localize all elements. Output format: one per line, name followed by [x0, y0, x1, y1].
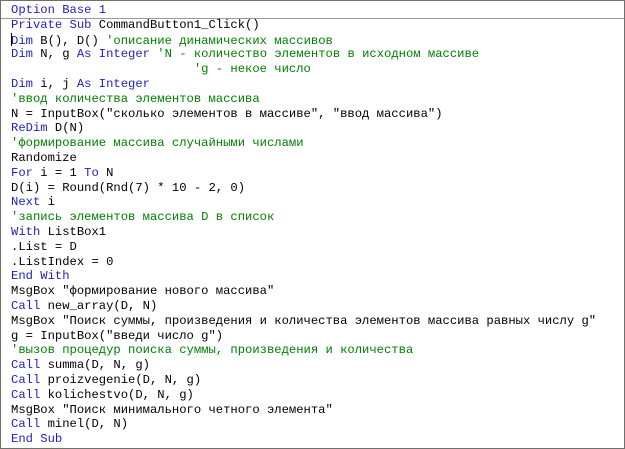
code-token: CommandButton1_Click() [91, 17, 260, 32]
keyword-token: Dim [11, 76, 33, 91]
keyword-token: Call [11, 387, 41, 402]
code-line[interactable]: With ListBox1 [11, 225, 622, 240]
keyword-token: End With [11, 269, 70, 284]
code-line[interactable]: Call new_array(D, N) [11, 299, 622, 314]
code-token: B(), D() [32, 33, 107, 48]
comment-token: 'N - количество элементов в исходном мас… [149, 47, 480, 62]
code-token: D(N) [47, 121, 85, 136]
code-line[interactable]: g = InputBox("введи число g") [11, 329, 622, 344]
code-line[interactable]: Dim N, g As Integer 'N - количество элем… [11, 47, 622, 62]
code-line[interactable]: 'запись элементов массива D в список [11, 210, 622, 225]
code-line[interactable]: Call kolichestvo(D, N, g) [11, 388, 622, 403]
code-token: i [40, 195, 55, 210]
keyword-token: Option Base 1 [11, 3, 107, 17]
comment-token: 'ввод количества элементов массива [11, 91, 260, 106]
keyword-token: Call [11, 298, 41, 313]
code-token: minel(D, N) [40, 417, 129, 432]
code-line[interactable]: 'формирование массива случайными числами [11, 136, 622, 151]
code-area[interactable]: Option Base 1 Private Sub CommandButton1_… [11, 3, 622, 447]
code-line[interactable]: End Sub [11, 432, 622, 447]
keyword-token: For [11, 165, 33, 180]
code-line[interactable]: For i = 1 To N [11, 166, 622, 181]
keyword-token: End Sub [11, 432, 63, 447]
code-line[interactable]: MsgBox "формирование нового массива" [11, 284, 622, 299]
code-token: kolichestvo(D, N, g) [40, 387, 194, 402]
comment-token: 'вызов процедур поиска суммы, произведен… [11, 343, 414, 358]
code-token: g = InputBox("введи число g") [11, 328, 224, 343]
code-line[interactable]: 'вызов процедур поиска суммы, произведен… [11, 343, 622, 358]
code-token: MsgBox "Поиск суммы, произведения и коли… [11, 313, 597, 328]
code-line[interactable]: Call proizvegenie(D, N, g) [11, 373, 622, 388]
code-line[interactable]: N = InputBox("сколько элементов в массив… [11, 107, 622, 122]
code-line[interactable]: Randomize [11, 151, 622, 166]
keyword-token: To [84, 165, 99, 180]
code-token: .List = D [11, 239, 77, 254]
code-line[interactable]: Private Sub CommandButton1_Click() [11, 18, 622, 33]
code-token: D(i) = Round(Rnd(7) * 10 - 2, 0) [11, 180, 246, 195]
keyword-token: As Integer [76, 47, 150, 62]
code-line[interactable]: Dim i, j As Integer [11, 77, 622, 92]
code-line[interactable]: D(i) = Round(Rnd(7) * 10 - 2, 0) [11, 181, 622, 196]
keyword-token: Next [11, 195, 41, 210]
code-line[interactable]: MsgBox "Поиск минимального четного элеме… [11, 403, 622, 418]
code-token: Randomize [11, 150, 77, 165]
code-line[interactable]: .ListIndex = 0 [11, 255, 622, 270]
keyword-token: Dim [11, 47, 33, 62]
code-line[interactable]: Call minel(D, N) [11, 417, 622, 432]
code-editor[interactable]: Option Base 1 Private Sub CommandButton1_… [0, 0, 625, 449]
code-line[interactable]: End With [11, 269, 622, 284]
keyword-token: Call [11, 358, 41, 373]
keyword-token: Call [11, 417, 41, 432]
code-token: summa(D, N, g) [40, 358, 150, 373]
comment-token: 'формирование массива случайными числами [11, 136, 304, 151]
code-line[interactable]: Next i [11, 195, 622, 210]
code-line[interactable]: 'ввод количества элементов массива [11, 92, 622, 107]
code-token: N, g [32, 47, 77, 62]
comment-token: 'описание динамических массивов [106, 33, 333, 48]
code-token: new_array(D, N) [40, 298, 158, 313]
keyword-token: With [11, 224, 41, 239]
keyword-token: Private Sub [11, 17, 92, 32]
code-token: MsgBox "Поиск минимального четного элеме… [11, 402, 333, 417]
comment-token: 'запись элементов массива D в список [11, 210, 275, 225]
code-line[interactable]: Dim B(), D() 'описание динамических масс… [11, 32, 622, 48]
code-token: N = InputBox("сколько элементов в массив… [11, 106, 443, 121]
code-token: i = 1 [32, 165, 85, 180]
code-line[interactable]: 'g - некое число [11, 62, 622, 77]
code-token: MsgBox "формирование нового массива" [11, 284, 275, 299]
code-line[interactable]: Option Base 1 [11, 3, 622, 18]
keyword-token: Dim [11, 33, 33, 48]
code-token: proizvegenie(D, N, g) [40, 372, 202, 387]
code-line[interactable]: MsgBox "Поиск суммы, произведения и коли… [11, 314, 622, 329]
keyword-token: As Integer [76, 76, 150, 91]
code-token: N [98, 165, 114, 180]
code-line[interactable]: .List = D [11, 240, 622, 255]
comment-token: 'g - некое число [11, 62, 311, 77]
keyword-token: Call [11, 372, 41, 387]
code-token: i, j [32, 76, 77, 91]
code-token: .ListIndex = 0 [11, 254, 114, 269]
code-line[interactable]: Call summa(D, N, g) [11, 358, 622, 373]
keyword-token: ReDim [11, 121, 48, 136]
code-token: ListBox1 [40, 224, 107, 239]
code-line[interactable]: ReDim D(N) [11, 121, 622, 136]
editor-gutter [1, 1, 6, 448]
